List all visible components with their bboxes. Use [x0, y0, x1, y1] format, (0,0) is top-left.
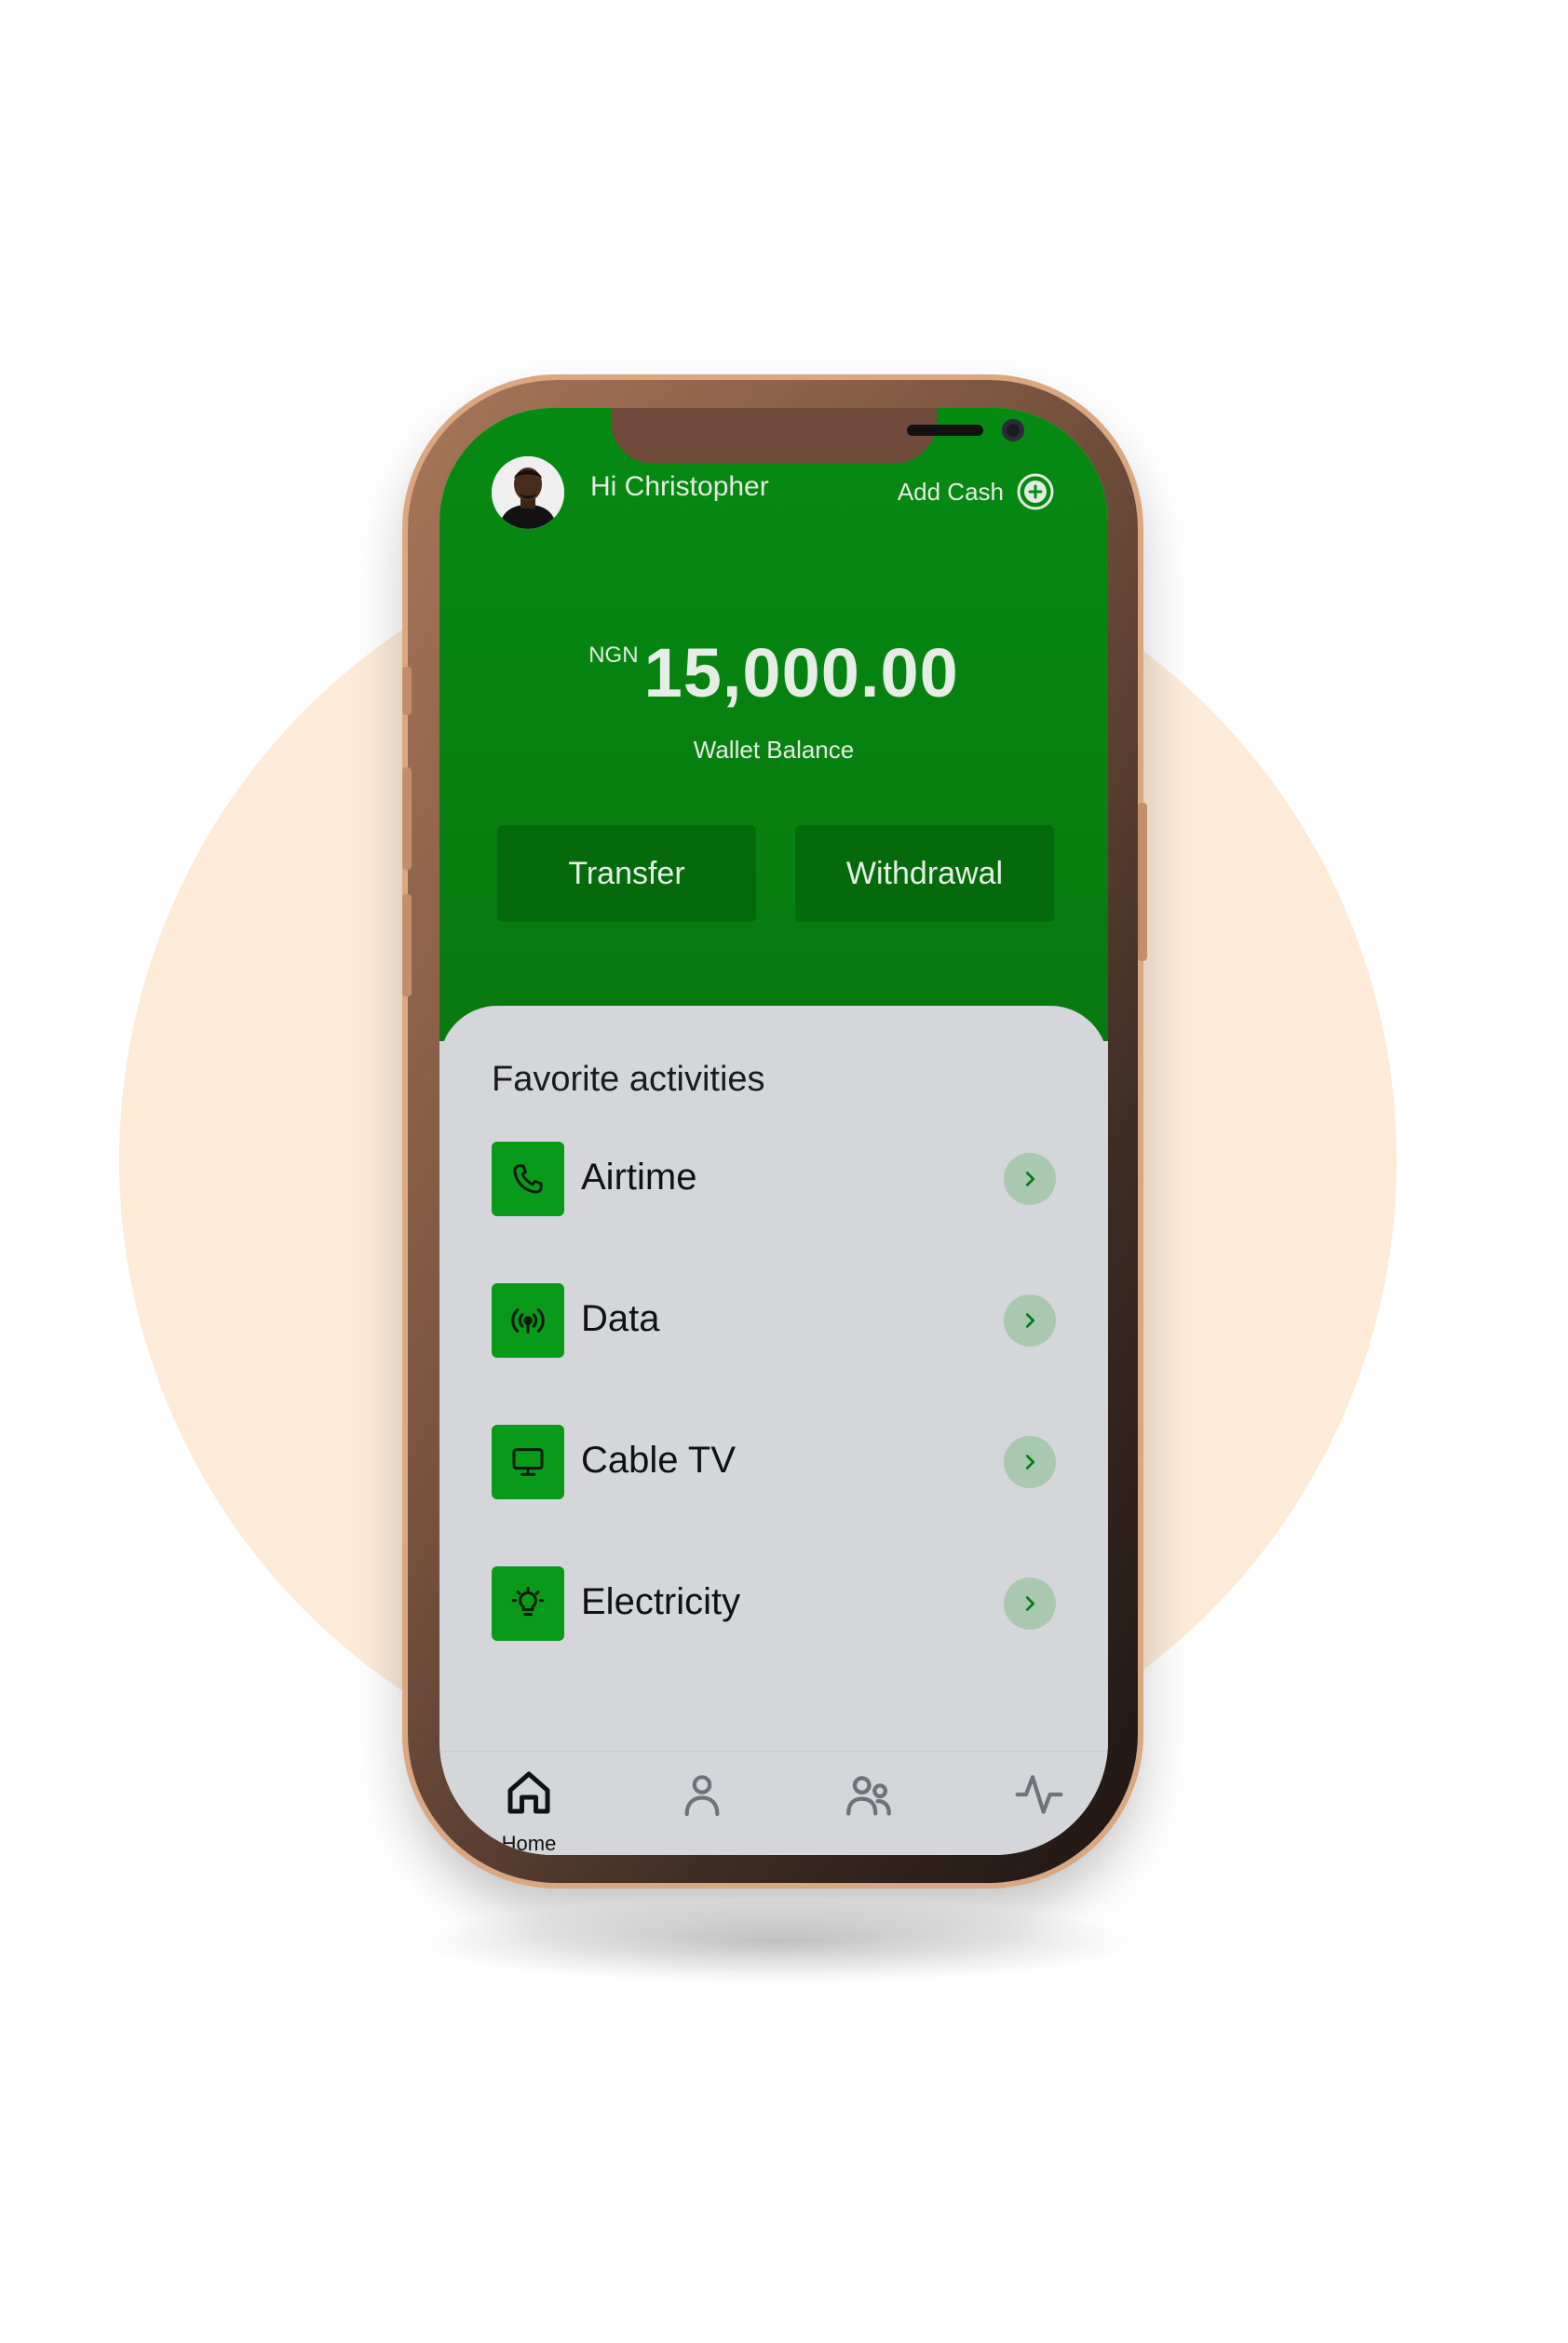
transfer-button[interactable]: Transfer [497, 825, 756, 922]
bottom-nav: Home [439, 1751, 1108, 1855]
chevron-right-icon[interactable] [1004, 1578, 1056, 1630]
activity-label: Data [581, 1298, 660, 1339]
activity-cable-tv[interactable]: Cable TV [492, 1425, 1056, 1499]
lightbulb-icon [492, 1566, 564, 1641]
nav-home-label: Home [501, 1832, 557, 1855]
earpiece-speaker [907, 425, 983, 436]
tv-icon [492, 1425, 564, 1499]
favorites-card: Favorite activities Airtime Data Cable T… [439, 1006, 1108, 1855]
chevron-right-icon[interactable] [1004, 1153, 1056, 1205]
volume-up-button [402, 767, 412, 870]
nav-home[interactable]: Home [482, 1765, 575, 1855]
phone-notch [611, 408, 1024, 464]
wallet-balance-label: Wallet Balance [693, 736, 855, 764]
mockup-stage: Hi Christopher Add Cash NGN15,000.00 Wal… [0, 0, 1568, 2343]
mute-switch [402, 667, 412, 715]
activity-label: Cable TV [581, 1440, 737, 1481]
home-icon [507, 1771, 550, 1814]
front-camera [1002, 419, 1024, 441]
currency-code: NGN [588, 643, 639, 668]
withdrawal-button[interactable]: Withdrawal [795, 825, 1054, 922]
add-cash-label: Add Cash [897, 477, 1004, 506]
activity-airtime[interactable]: Airtime [492, 1142, 1056, 1216]
plus-circle-icon [1017, 473, 1054, 510]
volume-down-button [402, 894, 412, 996]
phone-screen: Hi Christopher Add Cash NGN15,000.00 Wal… [439, 408, 1108, 1855]
avatar[interactable] [492, 456, 564, 529]
activity-label: Electricity [581, 1581, 741, 1622]
activity-pulse-icon [1015, 1775, 1063, 1814]
activity-data[interactable]: Data [492, 1283, 1056, 1358]
phone-shadow [410, 1900, 1145, 1984]
nav-contacts[interactable] [823, 1765, 916, 1855]
chevron-right-icon[interactable] [1004, 1294, 1056, 1347]
user-icon [684, 1775, 720, 1817]
avatar-photo [492, 456, 564, 529]
chevron-right-icon[interactable] [1004, 1436, 1056, 1488]
wallet-header: Hi Christopher Add Cash NGN15,000.00 Wal… [439, 408, 1108, 1041]
activity-electricity[interactable]: Electricity [492, 1566, 1056, 1641]
activity-label: Airtime [581, 1157, 697, 1198]
nav-activity[interactable] [993, 1765, 1086, 1855]
users-icon [846, 1776, 891, 1816]
nav-profile[interactable] [656, 1765, 749, 1855]
wallet-balance: NGN15,000.00 [439, 633, 1108, 712]
power-button [1138, 803, 1147, 961]
balance-amount: 15,000.00 [643, 634, 959, 711]
phone-icon [492, 1142, 564, 1216]
add-cash-button[interactable]: Add Cash [898, 473, 1054, 510]
greeting-text: Hi Christopher [590, 471, 769, 502]
favorites-title: Favorite activities [492, 1060, 765, 1099]
signal-icon [492, 1283, 564, 1358]
